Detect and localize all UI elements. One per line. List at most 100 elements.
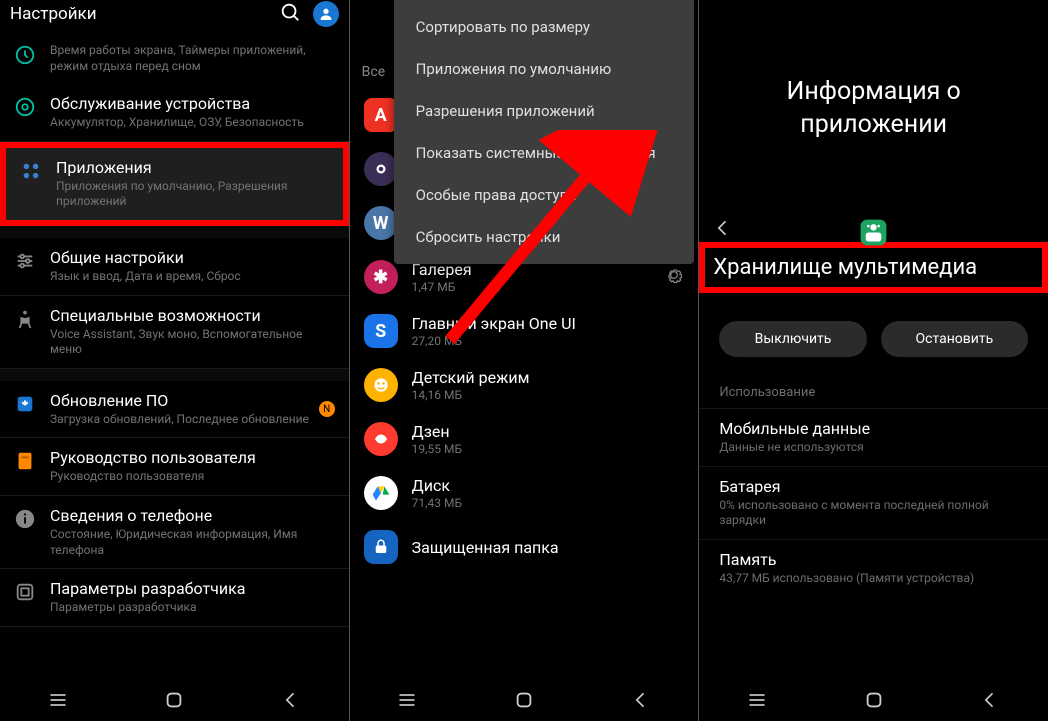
settings-item-title: Обслуживание устройства	[50, 94, 335, 114]
nav-back[interactable]	[980, 690, 1000, 710]
usage-section-label: Использование	[699, 367, 1048, 408]
screen-app-list: Все A W ВКонтакте 1,47 МБ ✱ Галерея 1,47…	[350, 0, 699, 721]
app-item[interactable]: Диск 71,43 МБ	[350, 466, 699, 520]
settings-item-sub: Время работы экрана, Таймеры приложений,…	[50, 43, 335, 74]
app-size: 27,20 МБ	[412, 334, 685, 348]
settings-item-sub: Язык и ввод, Дата и время, Сброс	[50, 269, 335, 285]
back-icon[interactable]	[713, 218, 733, 243]
nav-home[interactable]	[863, 689, 885, 711]
menu-special-access[interactable]: Особые права доступа	[394, 174, 695, 216]
settings-list: Время работы экрана, Таймеры приложений,…	[0, 32, 349, 627]
nav-back[interactable]	[631, 690, 651, 710]
menu-show-system-apps[interactable]: Показать системные приложения	[394, 132, 695, 174]
settings-item-about-phone[interactable]: Сведения о телефоне Состояние, Юридическ…	[0, 496, 349, 569]
usage-sub: Данные не используются	[719, 440, 1028, 456]
settings-item-sub: Приложения по умолчанию, Разрешения прил…	[56, 179, 329, 210]
settings-item-title: Руководство пользователя	[50, 448, 335, 468]
menu-app-permissions[interactable]: Разрешения приложений	[394, 90, 695, 132]
settings-header: Настройки	[0, 0, 349, 32]
android-navbar	[350, 679, 699, 721]
dev-icon	[14, 581, 36, 603]
settings-item-title: Специальные возможности	[50, 306, 335, 326]
app-title: Дзен	[412, 422, 685, 441]
app-icon-media-storage	[858, 217, 889, 248]
update-badge: N	[319, 401, 335, 417]
settings-item-title: Параметры разработчика	[50, 579, 335, 599]
app-title: Детский режим	[412, 368, 685, 387]
apps-icon	[20, 160, 42, 182]
gear-icon[interactable]	[664, 265, 684, 289]
a11y-icon	[14, 308, 36, 330]
screen-app-info: Информация о приложении Хранилище мульти…	[699, 0, 1048, 721]
settings-item-title: Приложения	[56, 158, 329, 178]
app-size: 1,47 МБ	[412, 280, 665, 294]
force-stop-button[interactable]: Остановить	[881, 321, 1028, 357]
usage-storage[interactable]: Память 43,77 МБ использовано (Памяти уст…	[699, 539, 1048, 597]
settings-item-sub: Аккумулятор, Хранилище, ОЗУ, Безопасност…	[50, 115, 335, 131]
settings-item-title: Общие настройки	[50, 248, 335, 268]
app-title: Диск	[412, 476, 685, 495]
app-name: Хранилище мультимедиа	[713, 255, 1034, 280]
usage-battery[interactable]: Батарея 0% использовано с момента послед…	[699, 466, 1048, 539]
app-icon-alfa: A	[364, 98, 398, 132]
app-item[interactable]: S Главный экран One UI 27,20 МБ	[350, 304, 699, 358]
usage-sub: 0% использовано с момента последней полн…	[719, 498, 1028, 529]
android-navbar	[0, 679, 349, 721]
settings-item-dev-options[interactable]: Параметры разработчика Параметры разрабо…	[0, 569, 349, 627]
app-name-highlight: Хранилище мультимедиа	[699, 242, 1048, 293]
menu-sort-by-size[interactable]: Сортировать по размеру	[394, 6, 695, 48]
nav-home[interactable]	[163, 689, 185, 711]
menu-reset-prefs[interactable]: Сбросить настройки	[394, 216, 695, 258]
sliders-icon	[14, 250, 36, 272]
app-icon-kids	[364, 368, 398, 402]
settings-item-sub: Параметры разработчика	[50, 600, 335, 616]
settings-item-sub: Загрузка обновлений, Последнее обновлени…	[50, 412, 319, 428]
screen-settings: Настройки Время работы экрана, Таймеры п…	[0, 0, 349, 721]
settings-item-title: Обновление ПО	[50, 391, 319, 411]
app-item[interactable]: Защищенная папка	[350, 520, 699, 574]
settings-item-accessibility[interactable]: Специальные возможности Voice Assistant,…	[0, 296, 349, 369]
app-icon-vk: W	[364, 206, 398, 240]
profile-avatar[interactable]	[313, 1, 339, 27]
settings-item-sw-update[interactable]: Обновление ПО Загрузка обновлений, После…	[0, 381, 349, 439]
app-title: Главный экран One UI	[412, 314, 685, 333]
app-item[interactable]: Детский режим 14,16 МБ	[350, 358, 699, 412]
nav-home[interactable]	[513, 689, 535, 711]
app-icon-secure	[364, 530, 398, 564]
settings-item-apps[interactable]: Приложения Приложения по умолчанию, Разр…	[6, 148, 343, 220]
app-icon-gallery: ✱	[364, 260, 398, 294]
usage-sub: 43,77 МБ использовано (Памяти устройства…	[719, 571, 1028, 587]
app-icon-bixby	[364, 152, 398, 186]
manual-icon	[14, 450, 36, 472]
search-icon[interactable]	[279, 1, 301, 27]
settings-item-digital-wellbeing[interactable]: Время работы экрана, Таймеры приложений,…	[0, 32, 349, 84]
settings-item-sub: Voice Assistant, Звук моно, Вспомогатель…	[50, 327, 335, 358]
disable-button[interactable]: Выключить	[719, 321, 866, 357]
settings-item-general[interactable]: Общие настройки Язык и ввод, Дата и врем…	[0, 238, 349, 296]
usage-mobile-data[interactable]: Мобильные данные Данные не используются	[699, 408, 1048, 466]
usage-title: Батарея	[719, 477, 1028, 496]
settings-item-manual[interactable]: Руководство пользователя Руководство пол…	[0, 438, 349, 496]
app-size: 19,55 МБ	[412, 442, 685, 456]
nav-recents[interactable]	[747, 690, 767, 710]
menu-default-apps[interactable]: Приложения по умолчанию	[394, 48, 695, 90]
nav-back[interactable]	[281, 690, 301, 710]
settings-item-sub: Состояние, Юридическая информация, Имя т…	[50, 527, 335, 558]
settings-item-device-care[interactable]: Обслуживание устройства Аккумулятор, Хра…	[0, 84, 349, 142]
settings-item-apps-highlight: Приложения Приложения по умолчанию, Разр…	[0, 142, 349, 226]
settings-item-title: Сведения о телефоне	[50, 506, 335, 526]
apps-overflow-menu: Сортировать по размеру Приложения по умо…	[394, 0, 695, 264]
update-icon	[14, 393, 36, 415]
app-icon-oneui: S	[364, 314, 398, 348]
app-size: 71,43 МБ	[412, 496, 685, 510]
settings-title: Настройки	[10, 4, 279, 24]
android-navbar	[699, 679, 1048, 721]
nav-recents[interactable]	[397, 690, 417, 710]
app-icon-drive	[364, 476, 398, 510]
app-size: 14,16 МБ	[412, 388, 685, 402]
app-item[interactable]: Дзен 19,55 МБ	[350, 412, 699, 466]
usage-title: Память	[719, 550, 1028, 569]
settings-item-sub: Руководство пользователя	[50, 469, 335, 485]
usage-title: Мобильные данные	[719, 419, 1028, 438]
nav-recents[interactable]	[48, 690, 68, 710]
